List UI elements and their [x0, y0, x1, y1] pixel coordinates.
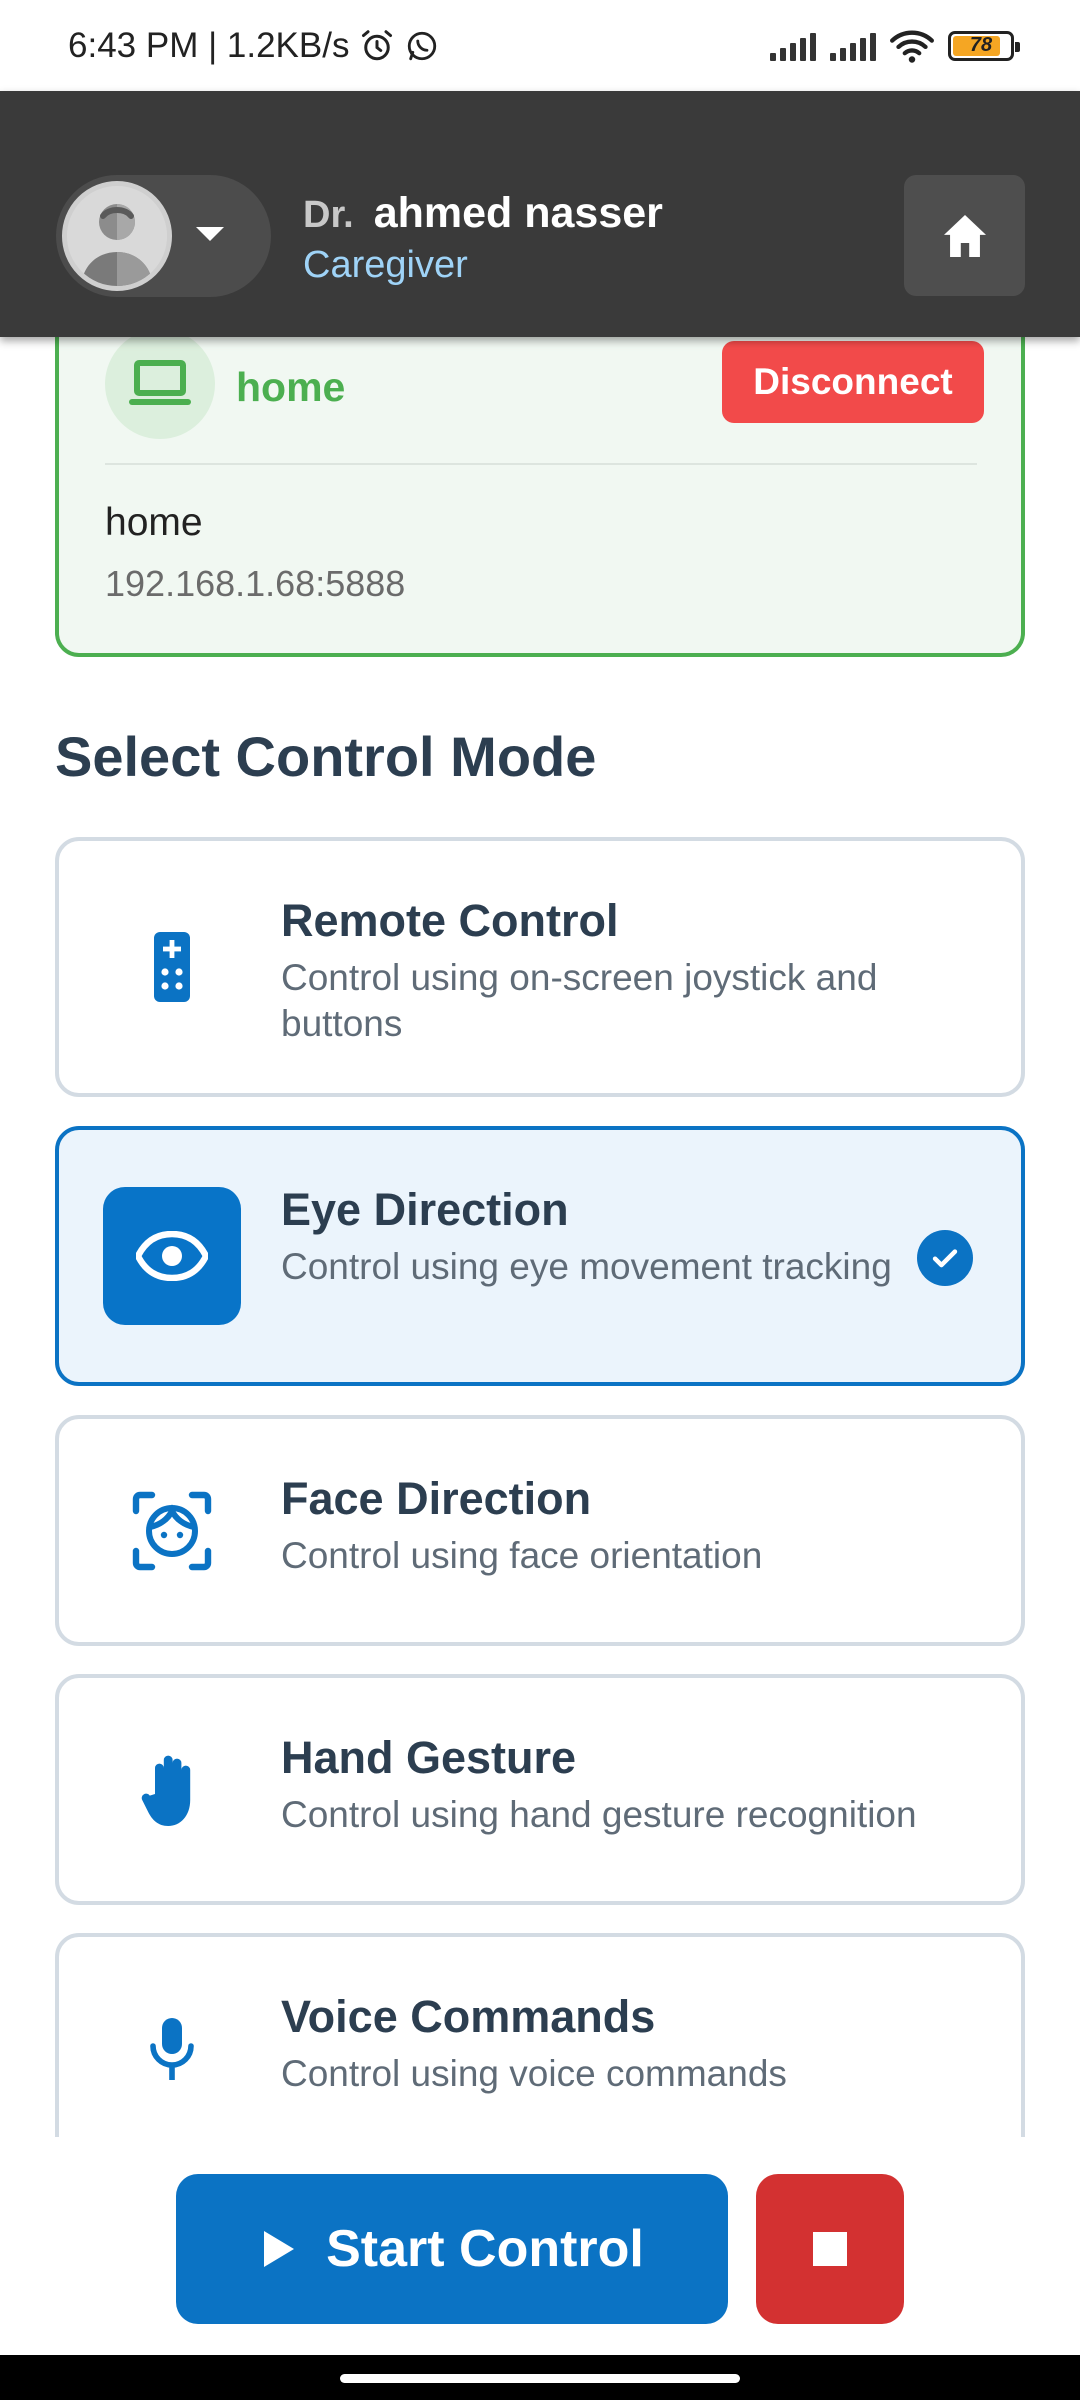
face-icon: [103, 1462, 241, 1600]
device-address: 192.168.1.68:5888: [105, 563, 406, 604]
device-icon-wrap: [105, 337, 215, 439]
stop-icon: [813, 2232, 847, 2266]
section-title: Select Control Mode: [55, 725, 597, 788]
laptop-icon: [129, 360, 191, 405]
mode-title: Remote Control: [281, 895, 619, 946]
alarm-icon: [362, 29, 393, 60]
battery-icon: 78: [948, 30, 1020, 61]
home-gesture-handle[interactable]: [340, 2374, 740, 2383]
battery-level: 78: [969, 34, 993, 56]
home-button[interactable]: [904, 175, 1025, 296]
stop-button[interactable]: [756, 2174, 904, 2324]
wifi-icon: [890, 30, 934, 63]
play-icon: [264, 2231, 295, 2267]
status-time: 6:43 PM | 1.2KB/s: [68, 25, 350, 65]
status-right: 78: [770, 28, 1020, 64]
home-icon: [943, 214, 986, 257]
status-left: 6:43 PM | 1.2KB/s: [68, 26, 439, 66]
signal-icon: [830, 31, 876, 61]
disconnect-button[interactable]: Disconnect: [722, 341, 984, 423]
mode-description: Control using eye movement tracking: [281, 1246, 892, 1287]
user-title-prefix: Dr.: [303, 194, 354, 236]
signal-icon: [770, 31, 816, 61]
content-scroll[interactable]: home Disconnect home 192.168.1.68:5888 S…: [0, 337, 1080, 2137]
device-name: home: [236, 364, 346, 410]
microphone-icon: [103, 1980, 241, 2118]
eye-icon: [103, 1187, 241, 1325]
app-header: Dr. ahmed nasser Caregiver: [0, 91, 1080, 337]
bottom-action-bar: Start Control: [0, 2137, 1080, 2355]
user-role: Caregiver: [303, 244, 468, 286]
connected-device-card: home Disconnect home 192.168.1.68:5888: [55, 337, 1025, 657]
mode-description: Control using hand gesture recognition: [281, 1794, 917, 1835]
mode-card-eye-direction[interactable]: Eye Direction Control using eye movement…: [55, 1126, 1025, 1386]
user-name: ahmed nasser: [373, 189, 663, 237]
mode-description: Control using face orientation: [281, 1535, 763, 1576]
avatar: [62, 181, 172, 291]
device-label: home: [105, 501, 203, 544]
mode-title: Face Direction: [281, 1473, 592, 1524]
profile-menu-button[interactable]: [56, 175, 271, 297]
start-control-label: Start Control: [326, 2220, 644, 2278]
divider: [105, 463, 977, 465]
remote-icon: [103, 898, 241, 1036]
mode-title: Eye Direction: [281, 1184, 569, 1235]
check-circle-icon: [917, 1230, 973, 1286]
start-control-button[interactable]: Start Control: [176, 2174, 728, 2324]
mode-card-remote-control[interactable]: Remote Control Control using on-screen j…: [55, 837, 1025, 1097]
user-name-row: Dr. ahmed nasser: [303, 189, 663, 238]
mode-card-voice-commands[interactable]: Voice Commands Control using voice comma…: [55, 1933, 1025, 2137]
status-bar: 6:43 PM | 1.2KB/s 78: [0, 0, 1080, 91]
mode-card-face-direction[interactable]: Face Direction Control using face orient…: [55, 1415, 1025, 1646]
mode-card-hand-gesture[interactable]: Hand Gesture Control using hand gesture …: [55, 1674, 1025, 1905]
mode-title: Voice Commands: [281, 1991, 656, 2042]
mode-title: Hand Gesture: [281, 1732, 577, 1783]
whatsapp-icon: [408, 31, 437, 60]
hand-icon: [103, 1721, 241, 1859]
system-nav-bar: [0, 2355, 1080, 2400]
mode-description: Control using on-screen joystick and but…: [281, 957, 878, 1044]
chevron-down-icon: [196, 227, 224, 241]
mode-description: Control using voice commands: [281, 2053, 787, 2094]
